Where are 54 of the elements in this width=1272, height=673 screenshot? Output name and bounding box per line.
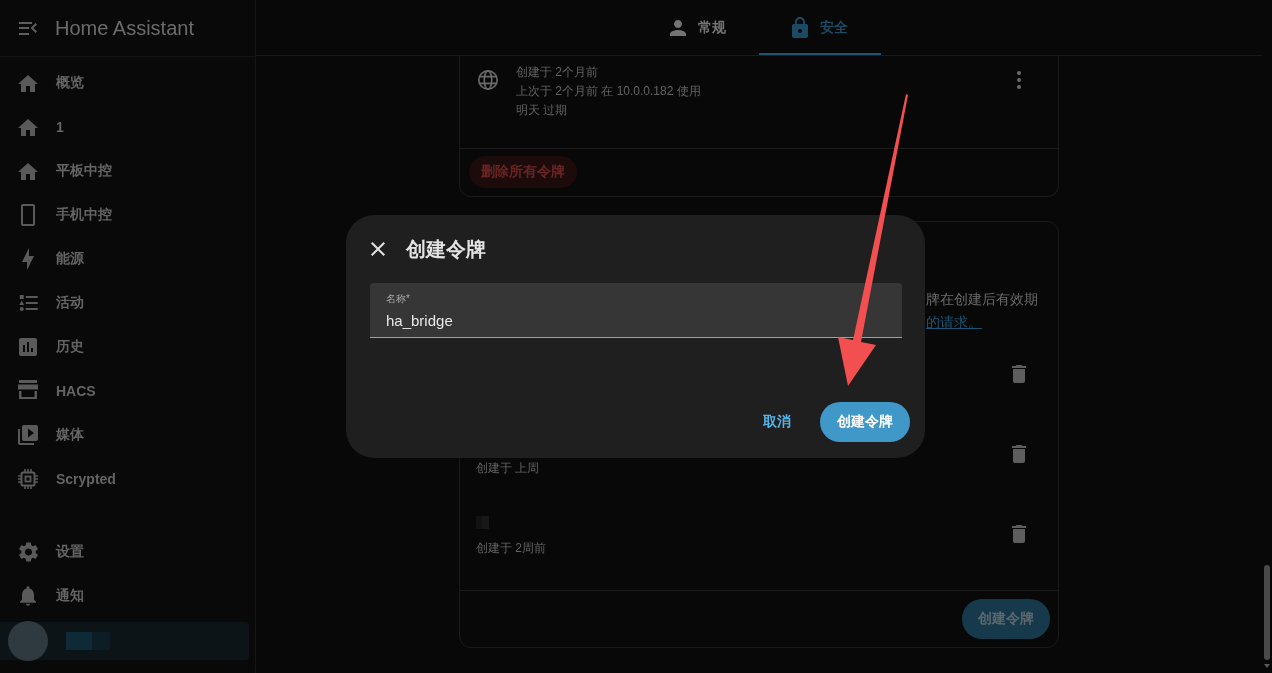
sidebar-item[interactable]: 活动 (0, 281, 249, 325)
close-icon[interactable] (371, 242, 385, 256)
globe-icon (478, 70, 498, 90)
tab[interactable]: 常规 (637, 0, 759, 55)
token-detail-text: 创建于 2个月前 (516, 64, 599, 81)
trash-icon[interactable] (1012, 365, 1026, 383)
create-token-button[interactable]: 创建令牌 (820, 402, 910, 442)
help-link[interactable]: 的请求。 (926, 311, 982, 334)
sidebar-item[interactable]: 历史 (0, 325, 249, 369)
avatar-icon (8, 621, 48, 661)
sidebar-item[interactable]: 设置 (0, 530, 249, 574)
person-icon (670, 19, 686, 36)
lock-icon (792, 17, 808, 38)
token-created-text: 创建于 上周 (476, 460, 540, 476)
pixelated-mosaic (66, 632, 110, 650)
trash-icon[interactable] (1012, 445, 1026, 463)
token-detail-text: 上次于 2个月前 在 10.0.0.182 使用 (516, 83, 701, 100)
sidebar-item[interactable]: 通知 (0, 574, 249, 618)
sidebar-item[interactable]: HACS (0, 369, 249, 413)
token-created-text: 创建于 2周前 (476, 540, 546, 556)
cancel-button[interactable]: 取消 (755, 402, 799, 442)
app-title: Home Assistant (55, 16, 194, 40)
description-text: 牌在创建后有效期 (926, 290, 1038, 309)
sidebar-item[interactable]: 能源 (0, 237, 249, 281)
sidebar-item[interactable]: 平板中控 (0, 149, 249, 193)
create-token-button[interactable]: 创建令牌 (962, 599, 1050, 639)
home-icon (18, 74, 38, 92)
tab[interactable]: 安全 (759, 0, 881, 55)
scrollbar-thumb[interactable] (1264, 565, 1270, 660)
field-label: 名称* (386, 293, 410, 305)
home-icon (18, 162, 38, 180)
settings-icon (18, 542, 38, 562)
delete-all-button[interactable]: 删除所有令牌 (469, 156, 577, 188)
scroll-down-icon[interactable] (1264, 664, 1270, 668)
home-icon (18, 118, 38, 136)
chip-icon (18, 469, 38, 489)
phone-icon (21, 204, 35, 226)
sidebar-item[interactable]: Scrypted (0, 457, 249, 501)
bar-chart-icon (19, 338, 37, 356)
sidebar-item[interactable]: 1 (0, 105, 249, 149)
profile-item[interactable] (0, 622, 249, 660)
trash-icon[interactable] (1012, 525, 1026, 543)
menu-icon[interactable] (19, 21, 37, 35)
dialog-title: 创建令牌 (406, 236, 486, 262)
media-play-icon (18, 425, 38, 445)
list-icon (18, 295, 38, 311)
sidebar-item[interactable]: 手机中控 (0, 193, 249, 237)
more-icon[interactable] (1017, 71, 1021, 89)
store-icon (18, 380, 38, 402)
token-detail-text: 明天 过期 (516, 102, 569, 119)
sidebar-item[interactable]: 概览 (0, 61, 249, 105)
lightning-icon (22, 248, 34, 270)
sidebar-item[interactable]: 媒体 (0, 413, 249, 457)
bell-icon (20, 586, 36, 606)
